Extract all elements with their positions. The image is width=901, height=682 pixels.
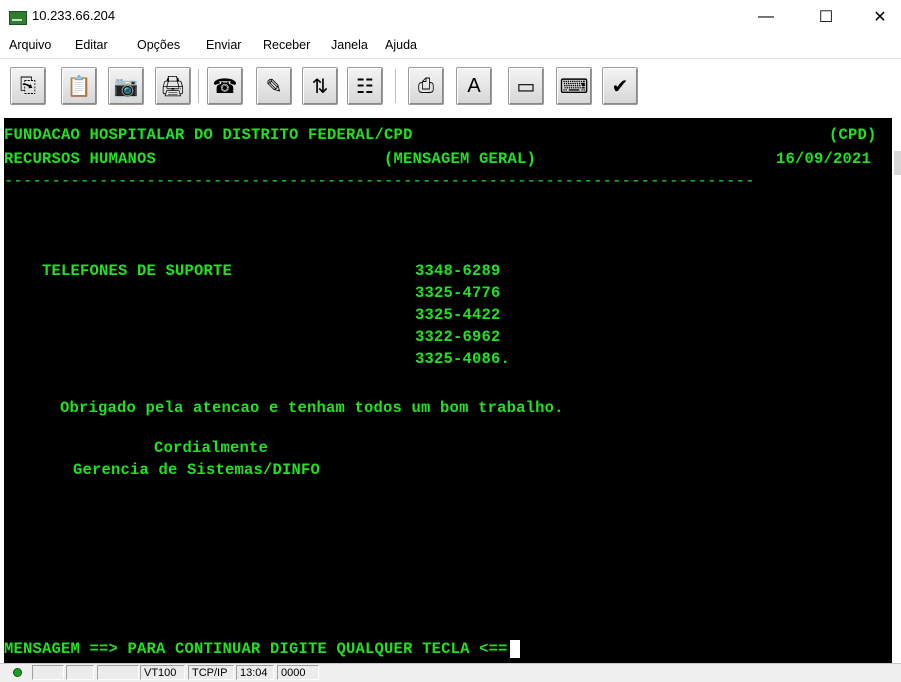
status-time: 13:04 bbox=[236, 665, 274, 680]
status-cell-empty-3 bbox=[97, 665, 139, 680]
phone-icon[interactable]: ☎ bbox=[207, 67, 243, 105]
menu-opcoes[interactable]: Opções bbox=[137, 38, 180, 52]
keyboard-icon[interactable]: ⌨ bbox=[556, 67, 592, 105]
header-module: RECURSOS HUMANOS bbox=[4, 150, 157, 168]
menu-arquivo[interactable]: Arquivo bbox=[9, 38, 51, 52]
pen-icon[interactable]: ✎ bbox=[256, 67, 292, 105]
minimize-button[interactable]: — bbox=[743, 2, 789, 32]
status-protocol: TCP/IP bbox=[188, 665, 234, 680]
spellcheck-icon[interactable]: A bbox=[456, 67, 492, 105]
phone-1: 3348-6289 bbox=[415, 262, 501, 280]
copy-icon[interactable]: ⎘ bbox=[10, 67, 46, 105]
header-divider: ----------------------------------------… bbox=[4, 172, 755, 190]
closing-text: Cordialmente bbox=[154, 439, 269, 457]
menu-enviar[interactable]: Enviar bbox=[206, 38, 241, 52]
toolbar-separator bbox=[198, 69, 199, 103]
phone-3: 3325-4422 bbox=[415, 306, 501, 324]
status-cell-empty-2 bbox=[66, 665, 94, 680]
header-date: 16/09/2021 bbox=[776, 150, 872, 168]
terminal-screen[interactable]: FUNDACAO HOSPITALAR DO DISTRITO FEDERAL/… bbox=[4, 118, 892, 663]
camera-icon[interactable]: 📷 bbox=[108, 67, 144, 105]
scrollbar[interactable] bbox=[894, 151, 901, 175]
header-system-code: (CPD) bbox=[829, 126, 877, 144]
status-indicator: 0000 bbox=[277, 665, 319, 680]
prompt-text: MENSAGEM ==> PARA CONTINUAR DIGITE QUALQ… bbox=[4, 640, 508, 658]
connection-led-icon bbox=[13, 668, 22, 677]
support-label: TELEFONES DE SUPORTE bbox=[42, 262, 233, 280]
toolbar-separator bbox=[395, 69, 396, 103]
terminal-icon[interactable]: ▭ bbox=[508, 67, 544, 105]
signature-text: Gerencia de Sistemas/DINFO bbox=[73, 461, 321, 479]
status-cell-empty-1 bbox=[32, 665, 64, 680]
thanks-message: Obrigado pela atencao e tenham todos um … bbox=[60, 399, 564, 417]
status-emulation: VT100 bbox=[140, 665, 185, 680]
toolbar: ⎘ 📋 📷 🖨 ☎ ✎ ⇅ ☷ ⎙ A ▭ ⌨ ✔ bbox=[0, 58, 901, 175]
title-bar: 10.233.66.204 — ☐ ✕ bbox=[0, 0, 901, 34]
menu-ajuda[interactable]: Ajuda bbox=[385, 38, 417, 52]
phone-4: 3322-6962 bbox=[415, 328, 501, 346]
phone-2: 3325-4776 bbox=[415, 284, 501, 302]
continue-prompt: MENSAGEM ==> PARA CONTINUAR DIGITE QUALQ… bbox=[4, 640, 520, 658]
menu-bar: Arquivo Editar Opções Enviar Receber Jan… bbox=[0, 34, 901, 58]
status-bar: VT100 TCP/IP 13:04 0000 bbox=[0, 663, 901, 682]
header-screen-name: (MENSAGEM GERAL) bbox=[384, 150, 537, 168]
edit-image-icon[interactable]: ✔ bbox=[602, 67, 638, 105]
maximize-button[interactable]: ☐ bbox=[803, 2, 849, 32]
print-icon[interactable]: 🖨 bbox=[155, 67, 191, 105]
paste-icon[interactable]: 📋 bbox=[61, 67, 97, 105]
text-cursor bbox=[509, 640, 520, 658]
app-icon[interactable] bbox=[9, 11, 27, 25]
menu-receber[interactable]: Receber bbox=[263, 38, 310, 52]
header-institution: FUNDACAO HOSPITALAR DO DISTRITO FEDERAL/… bbox=[4, 126, 413, 144]
menu-editar[interactable]: Editar bbox=[75, 38, 108, 52]
close-button[interactable]: ✕ bbox=[857, 2, 901, 32]
network-icon[interactable]: ☷ bbox=[347, 67, 383, 105]
print-screen-icon[interactable]: ⎙ bbox=[408, 67, 444, 105]
phone-5: 3325-4086. bbox=[415, 350, 511, 368]
transfer-icon[interactable]: ⇅ bbox=[302, 67, 338, 105]
window-title: 10.233.66.204 bbox=[32, 8, 116, 23]
menu-janela[interactable]: Janela bbox=[331, 38, 368, 52]
